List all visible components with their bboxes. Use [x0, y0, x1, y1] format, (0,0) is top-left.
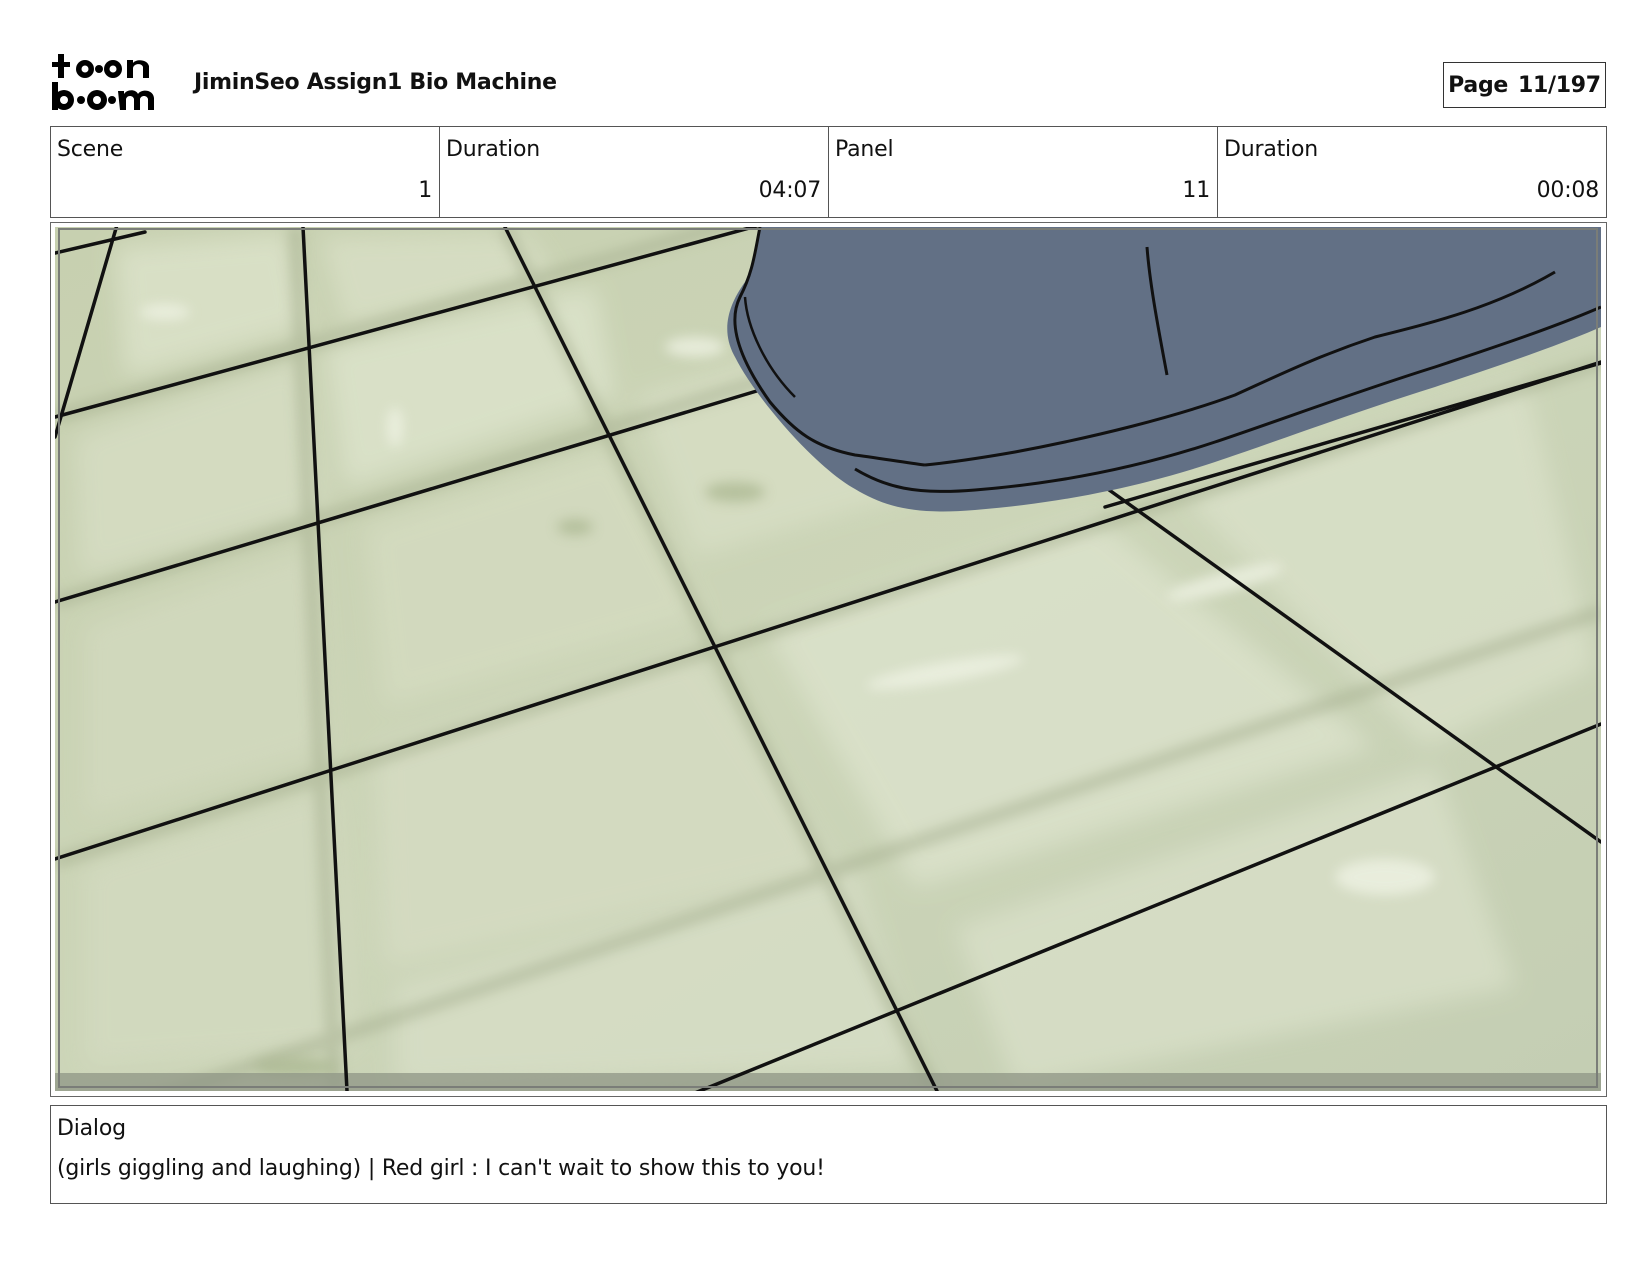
panel-value: 11: [1182, 178, 1210, 203]
panel-duration-value: 00:08: [1536, 178, 1600, 203]
scene-duration-cell: Duration 04:07: [440, 127, 829, 217]
page-indicator: Page 11/197: [1443, 62, 1606, 108]
scene-info-table: Scene 1 Duration 04:07 Panel 11 Duration…: [50, 126, 1607, 218]
scene-label: Scene: [57, 137, 124, 162]
scene-duration-label: Duration: [446, 137, 540, 162]
panel-cell: Panel 11: [829, 127, 1218, 217]
storyboard-panel-frame: [50, 222, 1607, 1097]
panel-duration-label: Duration: [1224, 137, 1318, 162]
scene-cell: Scene 1: [51, 127, 440, 217]
scene-duration-value: 04:07: [758, 178, 822, 203]
dialog-text: (girls giggling and laughing) | Red girl…: [57, 1156, 825, 1181]
panel-duration-cell: Duration 00:08: [1218, 127, 1606, 217]
project-title: JiminSeo Assign1 Bio Machine: [194, 70, 557, 95]
dialog-label: Dialog: [57, 1116, 126, 1141]
storyboard-panel-image: [55, 227, 1601, 1091]
panel-label: Panel: [835, 137, 894, 162]
page-label: Page: [1448, 72, 1509, 98]
toon-boom-logo: [52, 54, 154, 110]
page-number: 11/197: [1518, 72, 1601, 98]
dialog-box: Dialog (girls giggling and laughing) | R…: [50, 1105, 1607, 1204]
scene-value: 1: [418, 178, 432, 203]
